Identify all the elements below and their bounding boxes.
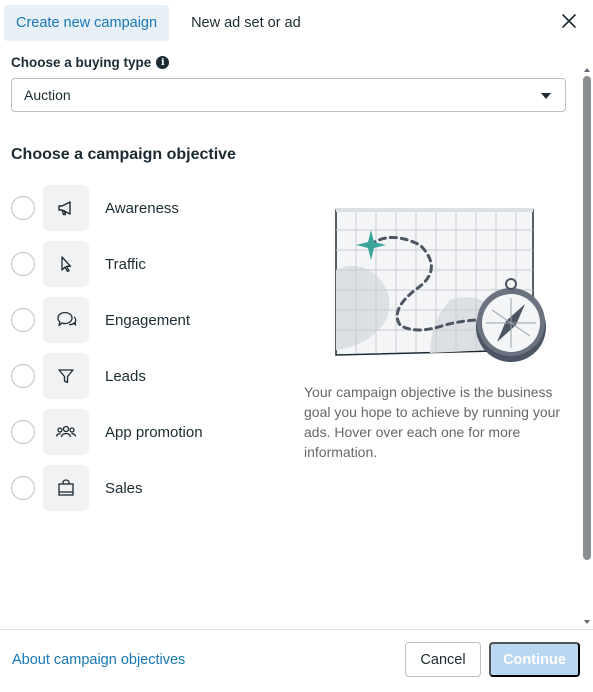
map-compass-illustration [335, 208, 546, 362]
scrollbar-thumb[interactable] [583, 76, 591, 560]
people-group-icon [43, 409, 89, 455]
funnel-icon [43, 353, 89, 399]
continue-button[interactable]: Continue [489, 642, 580, 677]
option-label: Sales [105, 479, 143, 497]
shopping-bag-icon [43, 465, 89, 511]
radio-button[interactable] [11, 308, 35, 332]
objective-option-leads[interactable]: Leads [11, 353, 271, 399]
buying-type-value: Auction [24, 87, 71, 103]
scroll-down-arrow-icon[interactable] [584, 620, 590, 624]
objective-option-engagement[interactable]: Engagement [11, 297, 271, 343]
buying-type-label: Choose a buying type [11, 55, 152, 70]
option-label: Engagement [105, 311, 191, 329]
option-label: Awareness [105, 199, 179, 217]
scroll-up-arrow-icon[interactable] [584, 68, 590, 72]
tab-new-ad-set-or-ad[interactable]: New ad set or ad [179, 5, 313, 41]
scrollbar[interactable] [581, 68, 593, 624]
tab-bar: Create new campaign New ad set or ad [4, 5, 313, 41]
info-icon[interactable]: i [156, 56, 170, 69]
radio-button[interactable] [11, 476, 35, 500]
radio-button[interactable] [11, 252, 35, 276]
option-label: Traffic [105, 255, 146, 273]
close-icon[interactable] [561, 13, 577, 29]
chat-bubbles-icon [43, 297, 89, 343]
about-objectives-link[interactable]: About campaign objectives [12, 652, 185, 668]
objective-option-traffic[interactable]: Traffic [11, 241, 271, 287]
buying-type-select[interactable]: Auction [11, 78, 566, 112]
buying-type-heading: Choose a buying type i [11, 55, 170, 70]
footer: About campaign objectives Cancel Continu… [0, 629, 593, 692]
megaphone-icon [43, 185, 89, 231]
radio-button[interactable] [11, 364, 35, 388]
objective-option-app-promotion[interactable]: App promotion [11, 409, 271, 455]
radio-button[interactable] [11, 196, 35, 220]
tab-create-new-campaign[interactable]: Create new campaign [4, 5, 170, 41]
objective-title: Choose a campaign objective [11, 146, 236, 163]
caret-down-icon [541, 93, 551, 99]
cursor-icon [43, 241, 89, 287]
objective-option-awareness[interactable]: Awareness [11, 185, 271, 231]
objective-option-sales[interactable]: Sales [11, 465, 271, 511]
objective-description: Your campaign objective is the business … [304, 384, 561, 460]
cancel-button[interactable]: Cancel [405, 642, 481, 677]
option-label: Leads [105, 367, 146, 385]
option-label: App promotion [105, 423, 203, 441]
radio-button[interactable] [11, 420, 35, 444]
